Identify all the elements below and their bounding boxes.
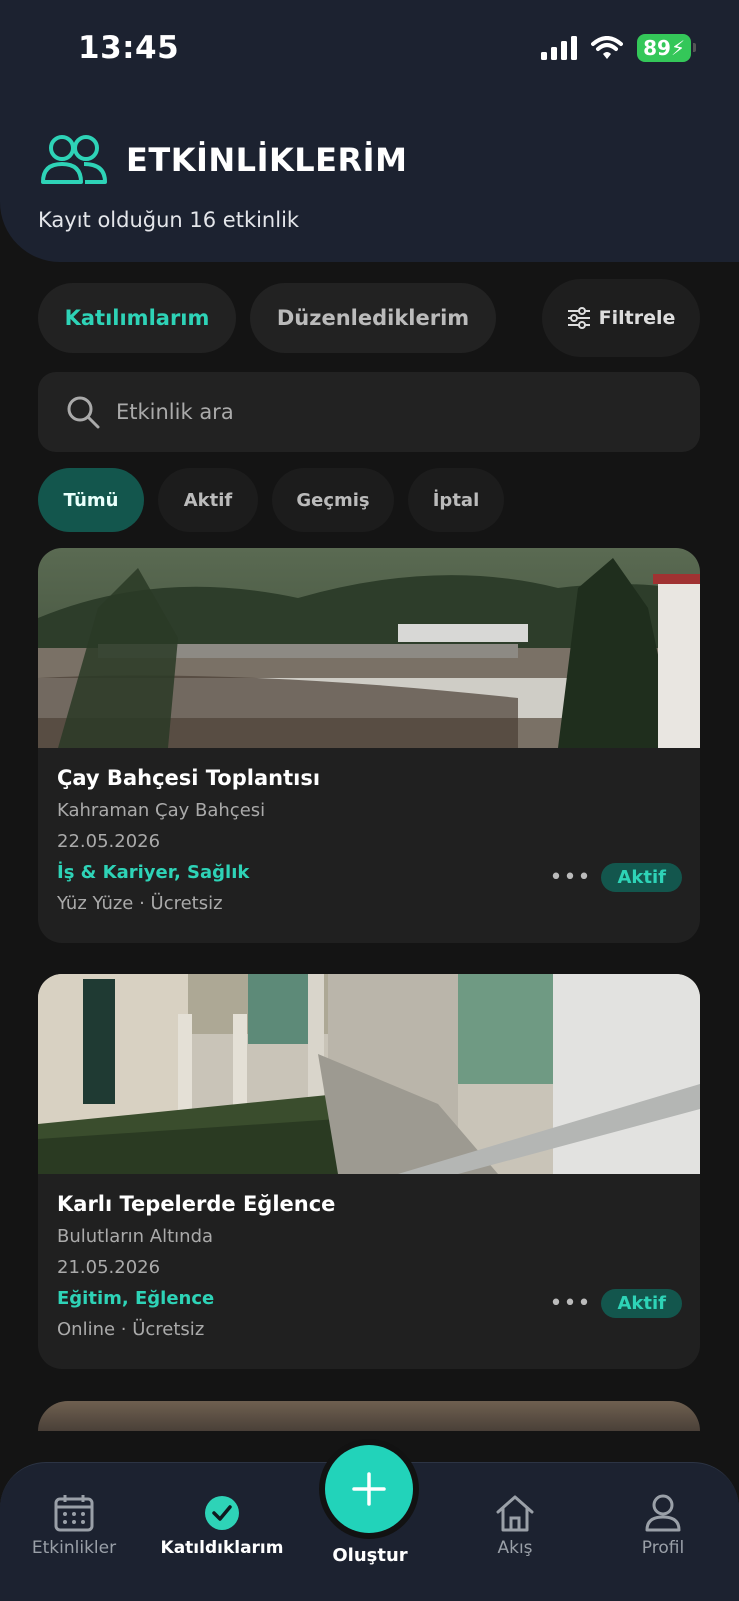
event-location: Bulutların Altında — [57, 1226, 214, 1247]
event-card[interactable]: Çay Bahçesi Toplantısı Kahraman Çay Bahç… — [38, 548, 700, 943]
status-icons: 89⚡ — [541, 34, 696, 62]
nav-feed[interactable]: Akış — [445, 1494, 585, 1558]
event-actions: ••• Aktif — [550, 1289, 682, 1318]
event-info: Çay Bahçesi Toplantısı Kahraman Çay Bahç… — [38, 748, 700, 914]
battery-icon: 89⚡ — [637, 34, 696, 62]
nav-feed-label: Akış — [497, 1538, 533, 1558]
tab-organized[interactable]: Düzenlediklerim — [250, 283, 496, 353]
page-title: ETKİNLİKLERİM — [126, 141, 408, 179]
more-icon[interactable]: ••• — [550, 866, 592, 889]
nav-profile[interactable]: Profil — [593, 1494, 733, 1558]
nav-events-label: Etkinlikler — [31, 1538, 117, 1558]
event-date: 22.05.2026 — [57, 831, 161, 852]
search-input[interactable] — [114, 399, 638, 425]
more-icon[interactable]: ••• — [550, 1292, 592, 1315]
chip-cancelled[interactable]: İptal — [408, 468, 504, 532]
status-badge: Aktif — [601, 863, 682, 892]
tab-participations[interactable]: Katılımlarım — [38, 283, 236, 353]
event-title: Çay Bahçesi Toplantısı — [57, 766, 321, 790]
nav-joined-label: Katıldıklarım — [160, 1538, 284, 1558]
event-meta: Yüz Yüze · Ücretsiz — [57, 893, 223, 914]
event-image — [38, 974, 700, 1174]
chip-cancelled-label: İptal — [432, 489, 480, 511]
nav-profile-label: Profil — [641, 1538, 685, 1558]
chip-active[interactable]: Aktif — [158, 468, 258, 532]
check-circle-icon — [205, 1496, 239, 1530]
header: 13:45 89⚡ ETKİNLİKLERİM Kayıt olduğun 16… — [0, 0, 739, 262]
event-meta: Online · Ücretsiz — [57, 1319, 205, 1340]
sliders-icon — [567, 307, 590, 329]
nav-events[interactable]: Etkinlikler — [4, 1494, 144, 1558]
search-bar[interactable] — [38, 372, 700, 452]
event-card[interactable]: Karlı Tepelerde Eğlence Bulutların Altın… — [38, 974, 700, 1369]
chip-past[interactable]: Geçmiş — [272, 468, 394, 532]
chip-all-label: Tümü — [63, 489, 119, 511]
filter-label: Filtrele — [598, 307, 676, 329]
wifi-icon — [591, 36, 624, 59]
battery-level: 89 — [643, 36, 671, 60]
tab-organized-label: Düzenlediklerim — [276, 306, 470, 330]
create-button[interactable] — [325, 1445, 413, 1533]
event-location: Kahraman Çay Bahçesi — [57, 800, 266, 821]
event-info: Karlı Tepelerde Eğlence Bulutların Altın… — [38, 1174, 700, 1340]
filter-button[interactable]: Filtrele — [542, 279, 700, 357]
page-subtitle: Kayıt olduğun 16 etkinlik — [38, 208, 300, 232]
status-badge: Aktif — [601, 1289, 682, 1318]
tab-participations-label: Katılımlarım — [64, 306, 210, 330]
user-icon — [645, 1494, 681, 1532]
users-icon — [41, 135, 107, 184]
plus-icon — [352, 1472, 386, 1506]
calendar-icon — [54, 1495, 94, 1532]
search-icon — [67, 396, 100, 429]
event-card-partial[interactable] — [38, 1401, 700, 1431]
status-time: 13:45 — [78, 30, 180, 66]
event-title: Karlı Tepelerde Eğlence — [57, 1192, 336, 1216]
chip-past-label: Geçmiş — [296, 489, 370, 511]
event-actions: ••• Aktif — [550, 863, 682, 892]
title-row: ETKİNLİKLERİM — [40, 134, 407, 186]
create-label: Oluştur — [332, 1545, 408, 1566]
chip-active-label: Aktif — [183, 489, 233, 511]
nav-joined[interactable]: Katıldıklarım — [152, 1494, 292, 1558]
home-icon — [496, 1495, 534, 1532]
chip-all[interactable]: Tümü — [38, 468, 144, 532]
event-image — [38, 548, 700, 748]
signal-icon — [541, 36, 578, 60]
event-date: 21.05.2026 — [57, 1257, 161, 1278]
